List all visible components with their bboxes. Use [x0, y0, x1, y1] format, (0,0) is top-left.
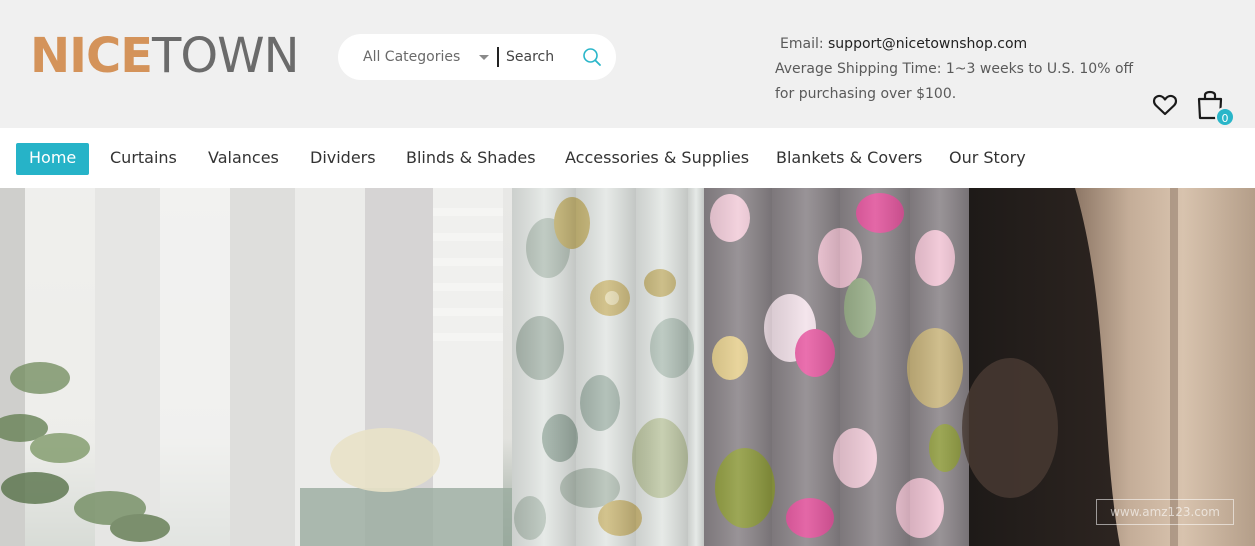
category-select[interactable]: All Categories: [363, 34, 460, 80]
email-line: Email: support@nicetownshop.com: [775, 32, 1155, 57]
heart-icon[interactable]: [1152, 93, 1178, 117]
search-icon[interactable]: [581, 46, 603, 68]
nav-item-our-story[interactable]: Our Story: [936, 143, 1039, 175]
search-divider: [497, 47, 499, 67]
main-nav: Home Curtains Valances Dividers Blinds &…: [0, 128, 1255, 188]
nav-item-valances[interactable]: Valances: [195, 143, 292, 175]
search-input[interactable]: [506, 42, 581, 72]
watermark-text: www.amz123.com: [1096, 499, 1234, 525]
logo-nice-text: NICE: [30, 28, 153, 84]
logo-town-text: TOWN: [152, 28, 299, 84]
hero-curtains-image: [0, 188, 1255, 546]
cart-count-badge: 0: [1215, 107, 1235, 127]
email-label: Email:: [780, 36, 824, 52]
nav-item-accessories-supplies[interactable]: Accessories & Supplies: [552, 143, 762, 175]
brand-logo[interactable]: NICE TOWN: [30, 28, 300, 84]
hero-banner[interactable]: www.amz123.com: [0, 188, 1255, 546]
shipping-info: Average Shipping Time: 1~3 weeks to U.S.…: [775, 61, 1134, 102]
nav-item-blinds-shades[interactable]: Blinds & Shades: [393, 143, 549, 175]
contact-info: Email: support@nicetownshop.com Average …: [775, 32, 1155, 107]
nav-item-dividers[interactable]: Dividers: [297, 143, 389, 175]
search-bar: All Categories: [338, 34, 616, 80]
nav-item-curtains[interactable]: Curtains: [97, 143, 190, 175]
chevron-down-icon[interactable]: [479, 55, 489, 60]
nav-item-home[interactable]: Home: [16, 143, 90, 175]
category-select-label: All Categories: [363, 49, 461, 65]
email-link[interactable]: support@nicetownshop.com: [828, 36, 1027, 52]
nav-item-blankets-covers[interactable]: Blankets & Covers: [763, 143, 935, 175]
site-header: NICETOWN All Categories Email: support@n…: [0, 0, 1255, 128]
